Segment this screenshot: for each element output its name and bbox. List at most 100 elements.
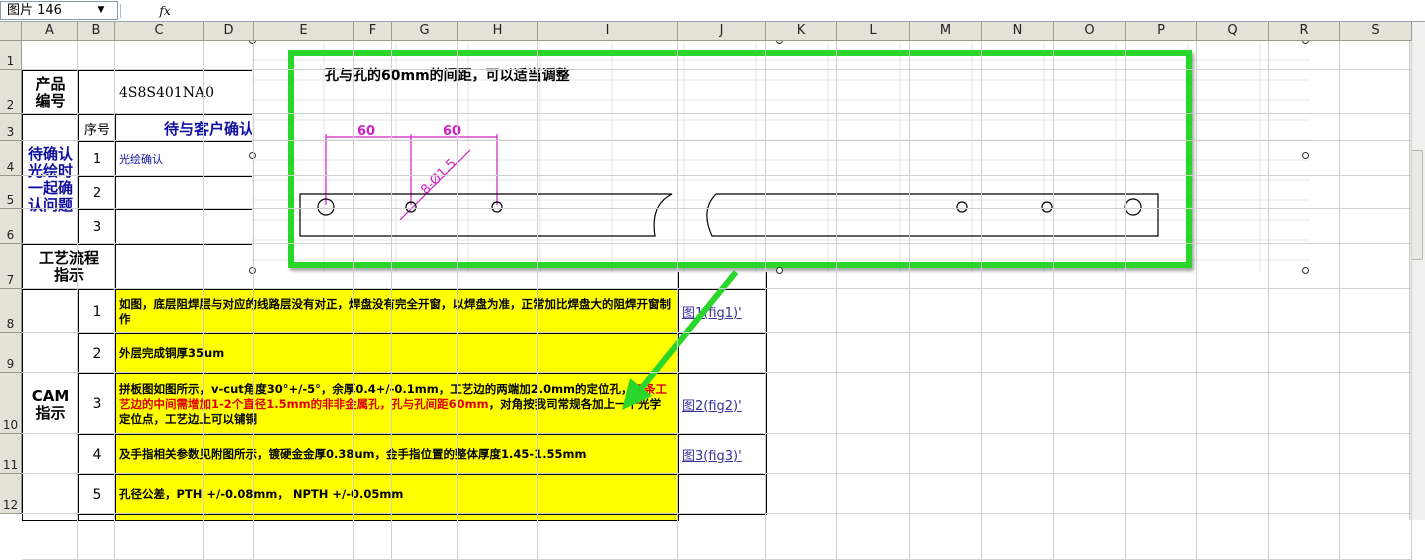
grid-cell[interactable] — [910, 114, 982, 141]
grid-cell[interactable] — [837, 434, 910, 474]
grid-cell[interactable] — [254, 141, 354, 176]
column-header-k[interactable]: K — [766, 22, 837, 41]
vertical-scrollbar-thumb[interactable] — [1411, 150, 1423, 260]
column-header-e[interactable]: E — [254, 22, 354, 41]
grid-cell[interactable] — [458, 474, 538, 514]
grid-cell[interactable] — [766, 41, 837, 70]
grid-cell[interactable] — [354, 289, 392, 333]
grid-cell[interactable] — [910, 514, 982, 560]
grid-cell[interactable] — [1126, 70, 1197, 114]
grid-cell[interactable] — [22, 474, 78, 514]
row-header-1[interactable]: 1 — [0, 41, 22, 70]
grid-cell[interactable] — [254, 434, 354, 474]
grid-cell[interactable] — [678, 41, 766, 70]
grid-cell[interactable] — [78, 244, 115, 289]
column-header-f[interactable]: F — [354, 22, 392, 41]
grid-cell[interactable] — [766, 176, 837, 209]
grid-cell[interactable] — [254, 474, 354, 514]
grid-cell[interactable] — [115, 141, 204, 176]
row-header-2[interactable]: 2 — [0, 70, 22, 114]
grid-cell[interactable] — [204, 289, 254, 333]
grid-cell[interactable] — [254, 41, 354, 70]
grid-cell[interactable] — [204, 434, 254, 474]
grid-cell[interactable] — [115, 209, 204, 244]
grid-cell[interactable] — [1126, 244, 1197, 289]
grid-cell[interactable] — [982, 373, 1054, 434]
grid-cell[interactable] — [78, 333, 115, 373]
grid-cell[interactable] — [458, 373, 538, 434]
grid-cell[interactable] — [204, 114, 254, 141]
grid-cell[interactable] — [1054, 244, 1126, 289]
grid-cell[interactable] — [678, 514, 766, 560]
grid-cell[interactable] — [766, 373, 837, 434]
grid-cell[interactable] — [1340, 434, 1412, 474]
grid-cell[interactable] — [1269, 474, 1340, 514]
grid-cell[interactable] — [115, 114, 204, 141]
column-header-o[interactable]: O — [1054, 22, 1126, 41]
grid-cell[interactable] — [1197, 434, 1269, 474]
grid-cell[interactable] — [115, 474, 204, 514]
grid-cell[interactable] — [1054, 114, 1126, 141]
grid-cell[interactable] — [1197, 373, 1269, 434]
grid-cell[interactable] — [354, 514, 392, 560]
grid-cell[interactable] — [392, 70, 458, 114]
grid-cell[interactable] — [1054, 373, 1126, 434]
grid-cell[interactable] — [78, 289, 115, 333]
grid-cell[interactable] — [1126, 434, 1197, 474]
column-header-d[interactable]: D — [204, 22, 254, 41]
grid-cell[interactable] — [458, 41, 538, 70]
grid-cell[interactable] — [22, 41, 78, 70]
grid-cell[interactable] — [1197, 333, 1269, 373]
column-header-a[interactable]: A — [22, 22, 78, 41]
grid-cell[interactable] — [538, 244, 678, 289]
grid-cell[interactable] — [837, 514, 910, 560]
grid-cell[interactable] — [1197, 474, 1269, 514]
grid-cell[interactable] — [1269, 176, 1340, 209]
grid-cell[interactable] — [982, 289, 1054, 333]
grid-cell[interactable] — [78, 141, 115, 176]
grid-cell[interactable] — [392, 434, 458, 474]
grid-cell[interactable] — [1269, 141, 1340, 176]
grid-cell[interactable] — [766, 209, 837, 244]
grid-cell[interactable] — [204, 474, 254, 514]
grid-cell[interactable] — [458, 176, 538, 209]
row-header-7[interactable]: 7 — [0, 244, 22, 289]
grid-cell[interactable] — [837, 289, 910, 333]
grid-cell[interactable] — [115, 289, 204, 333]
grid-cell[interactable] — [254, 333, 354, 373]
row-header-4[interactable]: 4 — [0, 141, 22, 176]
grid-cell[interactable] — [458, 434, 538, 474]
grid-cell[interactable] — [1126, 141, 1197, 176]
grid-cell[interactable] — [678, 474, 766, 514]
grid-cell[interactable] — [254, 209, 354, 244]
column-header-m[interactable]: M — [910, 22, 982, 41]
grid-cell[interactable] — [1197, 114, 1269, 141]
grid-cell[interactable] — [204, 41, 254, 70]
grid-cell[interactable] — [1340, 141, 1412, 176]
grid-cell[interactable] — [1054, 474, 1126, 514]
grid-cell[interactable] — [1054, 176, 1126, 209]
row-header-11[interactable]: 11 — [0, 434, 22, 474]
grid-cell[interactable] — [678, 114, 766, 141]
grid-cell[interactable] — [204, 244, 254, 289]
grid-cell[interactable] — [766, 141, 837, 176]
grid-cell[interactable] — [1269, 514, 1340, 560]
grid-cell[interactable] — [1054, 434, 1126, 474]
grid-cell[interactable] — [115, 41, 204, 70]
grid-cell[interactable] — [1197, 289, 1269, 333]
grid-cell[interactable] — [982, 333, 1054, 373]
select-all-corner[interactable] — [0, 22, 22, 41]
grid-cell[interactable] — [1197, 176, 1269, 209]
grid-cell[interactable] — [678, 209, 766, 244]
grid-cell[interactable] — [1340, 70, 1412, 114]
grid-cell[interactable] — [204, 70, 254, 114]
grid-cell[interactable] — [254, 289, 354, 333]
grid-cell[interactable] — [1340, 333, 1412, 373]
column-header-n[interactable]: N — [982, 22, 1054, 41]
grid-cell[interactable] — [22, 70, 78, 114]
grid-cell[interactable] — [392, 289, 458, 333]
column-header-b[interactable]: B — [78, 22, 115, 41]
grid-cell[interactable] — [458, 333, 538, 373]
grid-cell[interactable] — [78, 209, 115, 244]
grid-cell[interactable] — [837, 373, 910, 434]
